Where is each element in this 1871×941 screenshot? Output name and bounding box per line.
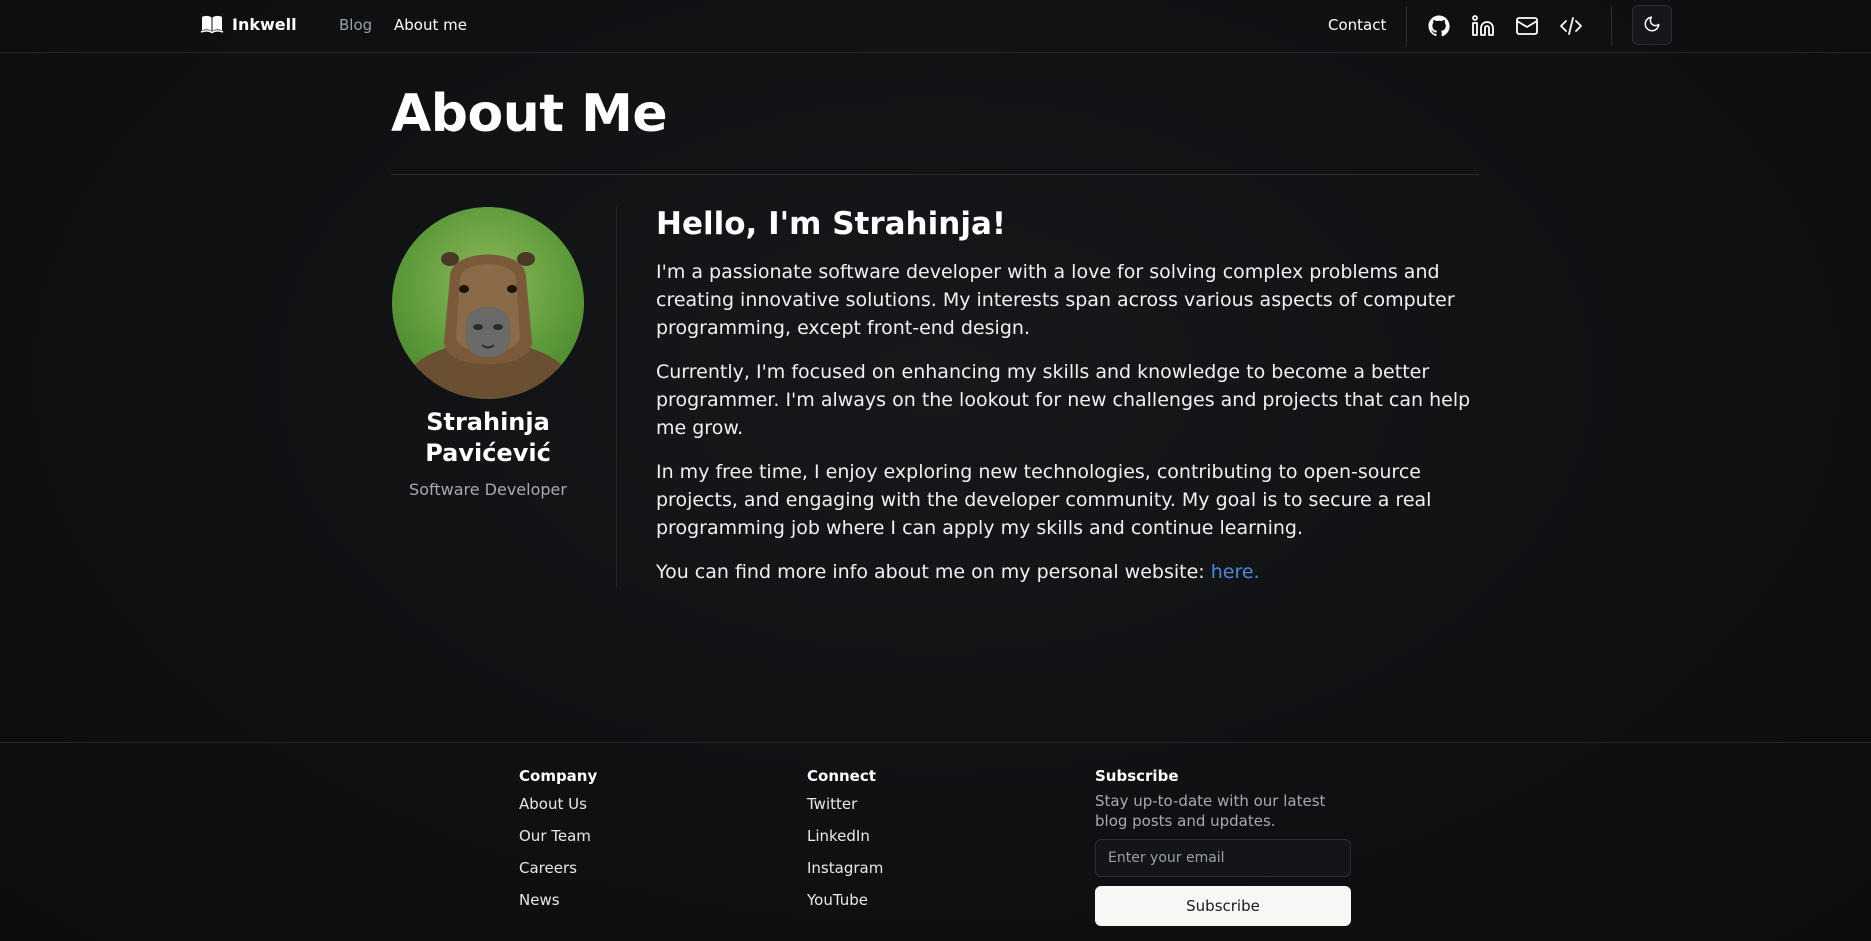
footer-divider bbox=[0, 742, 1871, 743]
website-link[interactable]: here. bbox=[1211, 561, 1260, 583]
about-paragraph: Currently, I'm focused on enhancing my s… bbox=[656, 361, 1471, 439]
brand-logo[interactable]: Inkwell bbox=[200, 14, 297, 34]
footer-link-careers[interactable]: Careers bbox=[519, 859, 597, 878]
footer-connect-column: Connect Twitter LinkedIn Instagram YouTu… bbox=[807, 767, 883, 923]
site-header: Inkwell Blog About me Contact bbox=[0, 0, 1871, 53]
brand-name: Inkwell bbox=[232, 14, 297, 34]
avatar bbox=[392, 207, 584, 399]
code-icon[interactable] bbox=[1558, 13, 1584, 39]
footer-link-youtube[interactable]: YouTube bbox=[807, 891, 883, 910]
email-input[interactable] bbox=[1095, 839, 1351, 877]
profile-name: Strahinja Pavićević bbox=[425, 408, 551, 467]
footer-connect-heading: Connect bbox=[807, 767, 876, 785]
theme-toggle-button[interactable] bbox=[1632, 5, 1672, 45]
moon-icon bbox=[1643, 15, 1661, 36]
footer-subscribe-heading: Subscribe bbox=[1095, 767, 1179, 785]
nav-blog-link[interactable]: Blog bbox=[339, 16, 372, 34]
subscribe-button[interactable]: Subscribe bbox=[1095, 886, 1351, 926]
footer-link-our-team[interactable]: Our Team bbox=[519, 827, 597, 846]
footer-link-instagram[interactable]: Instagram bbox=[807, 859, 883, 878]
footer-subscribe-column: Subscribe Stay up-to-date with our lates… bbox=[1095, 767, 1355, 926]
title-divider bbox=[391, 174, 1479, 175]
column-divider bbox=[616, 207, 617, 587]
subscribe-description: Stay up-to-date with our latest blog pos… bbox=[1095, 792, 1326, 830]
page-title: About Me bbox=[391, 84, 668, 144]
github-icon[interactable] bbox=[1426, 13, 1452, 39]
footer-link-twitter[interactable]: Twitter bbox=[807, 795, 883, 814]
header-divider bbox=[1611, 6, 1612, 46]
footer-link-about-us[interactable]: About Us bbox=[519, 795, 597, 814]
linkedin-icon[interactable] bbox=[1470, 13, 1496, 39]
nav-about-link[interactable]: About me bbox=[394, 16, 467, 34]
website-text: You can find more info about me on my pe… bbox=[656, 561, 1211, 583]
book-icon bbox=[200, 14, 224, 34]
greeting-heading: Hello, I'm Strahinja! bbox=[656, 206, 1007, 242]
footer-company-column: Company About Us Our Team Careers News bbox=[519, 767, 597, 923]
profile-role: Software Developer bbox=[409, 480, 567, 499]
mail-icon[interactable] bbox=[1514, 13, 1540, 39]
header-divider bbox=[1406, 6, 1407, 46]
about-paragraph: I'm a passionate software developer with… bbox=[656, 261, 1455, 339]
footer-company-heading: Company bbox=[519, 767, 598, 785]
footer-link-news[interactable]: News bbox=[519, 891, 597, 910]
nav-contact-link[interactable]: Contact bbox=[1328, 16, 1386, 34]
footer-link-linkedin[interactable]: LinkedIn bbox=[807, 827, 883, 846]
about-content: Hello, I'm Strahinja! I'm a passionate s… bbox=[656, 204, 1486, 602]
about-paragraph: In my free time, I enjoy exploring new t… bbox=[656, 461, 1432, 539]
website-paragraph: You can find more info about me on my pe… bbox=[656, 558, 1486, 586]
